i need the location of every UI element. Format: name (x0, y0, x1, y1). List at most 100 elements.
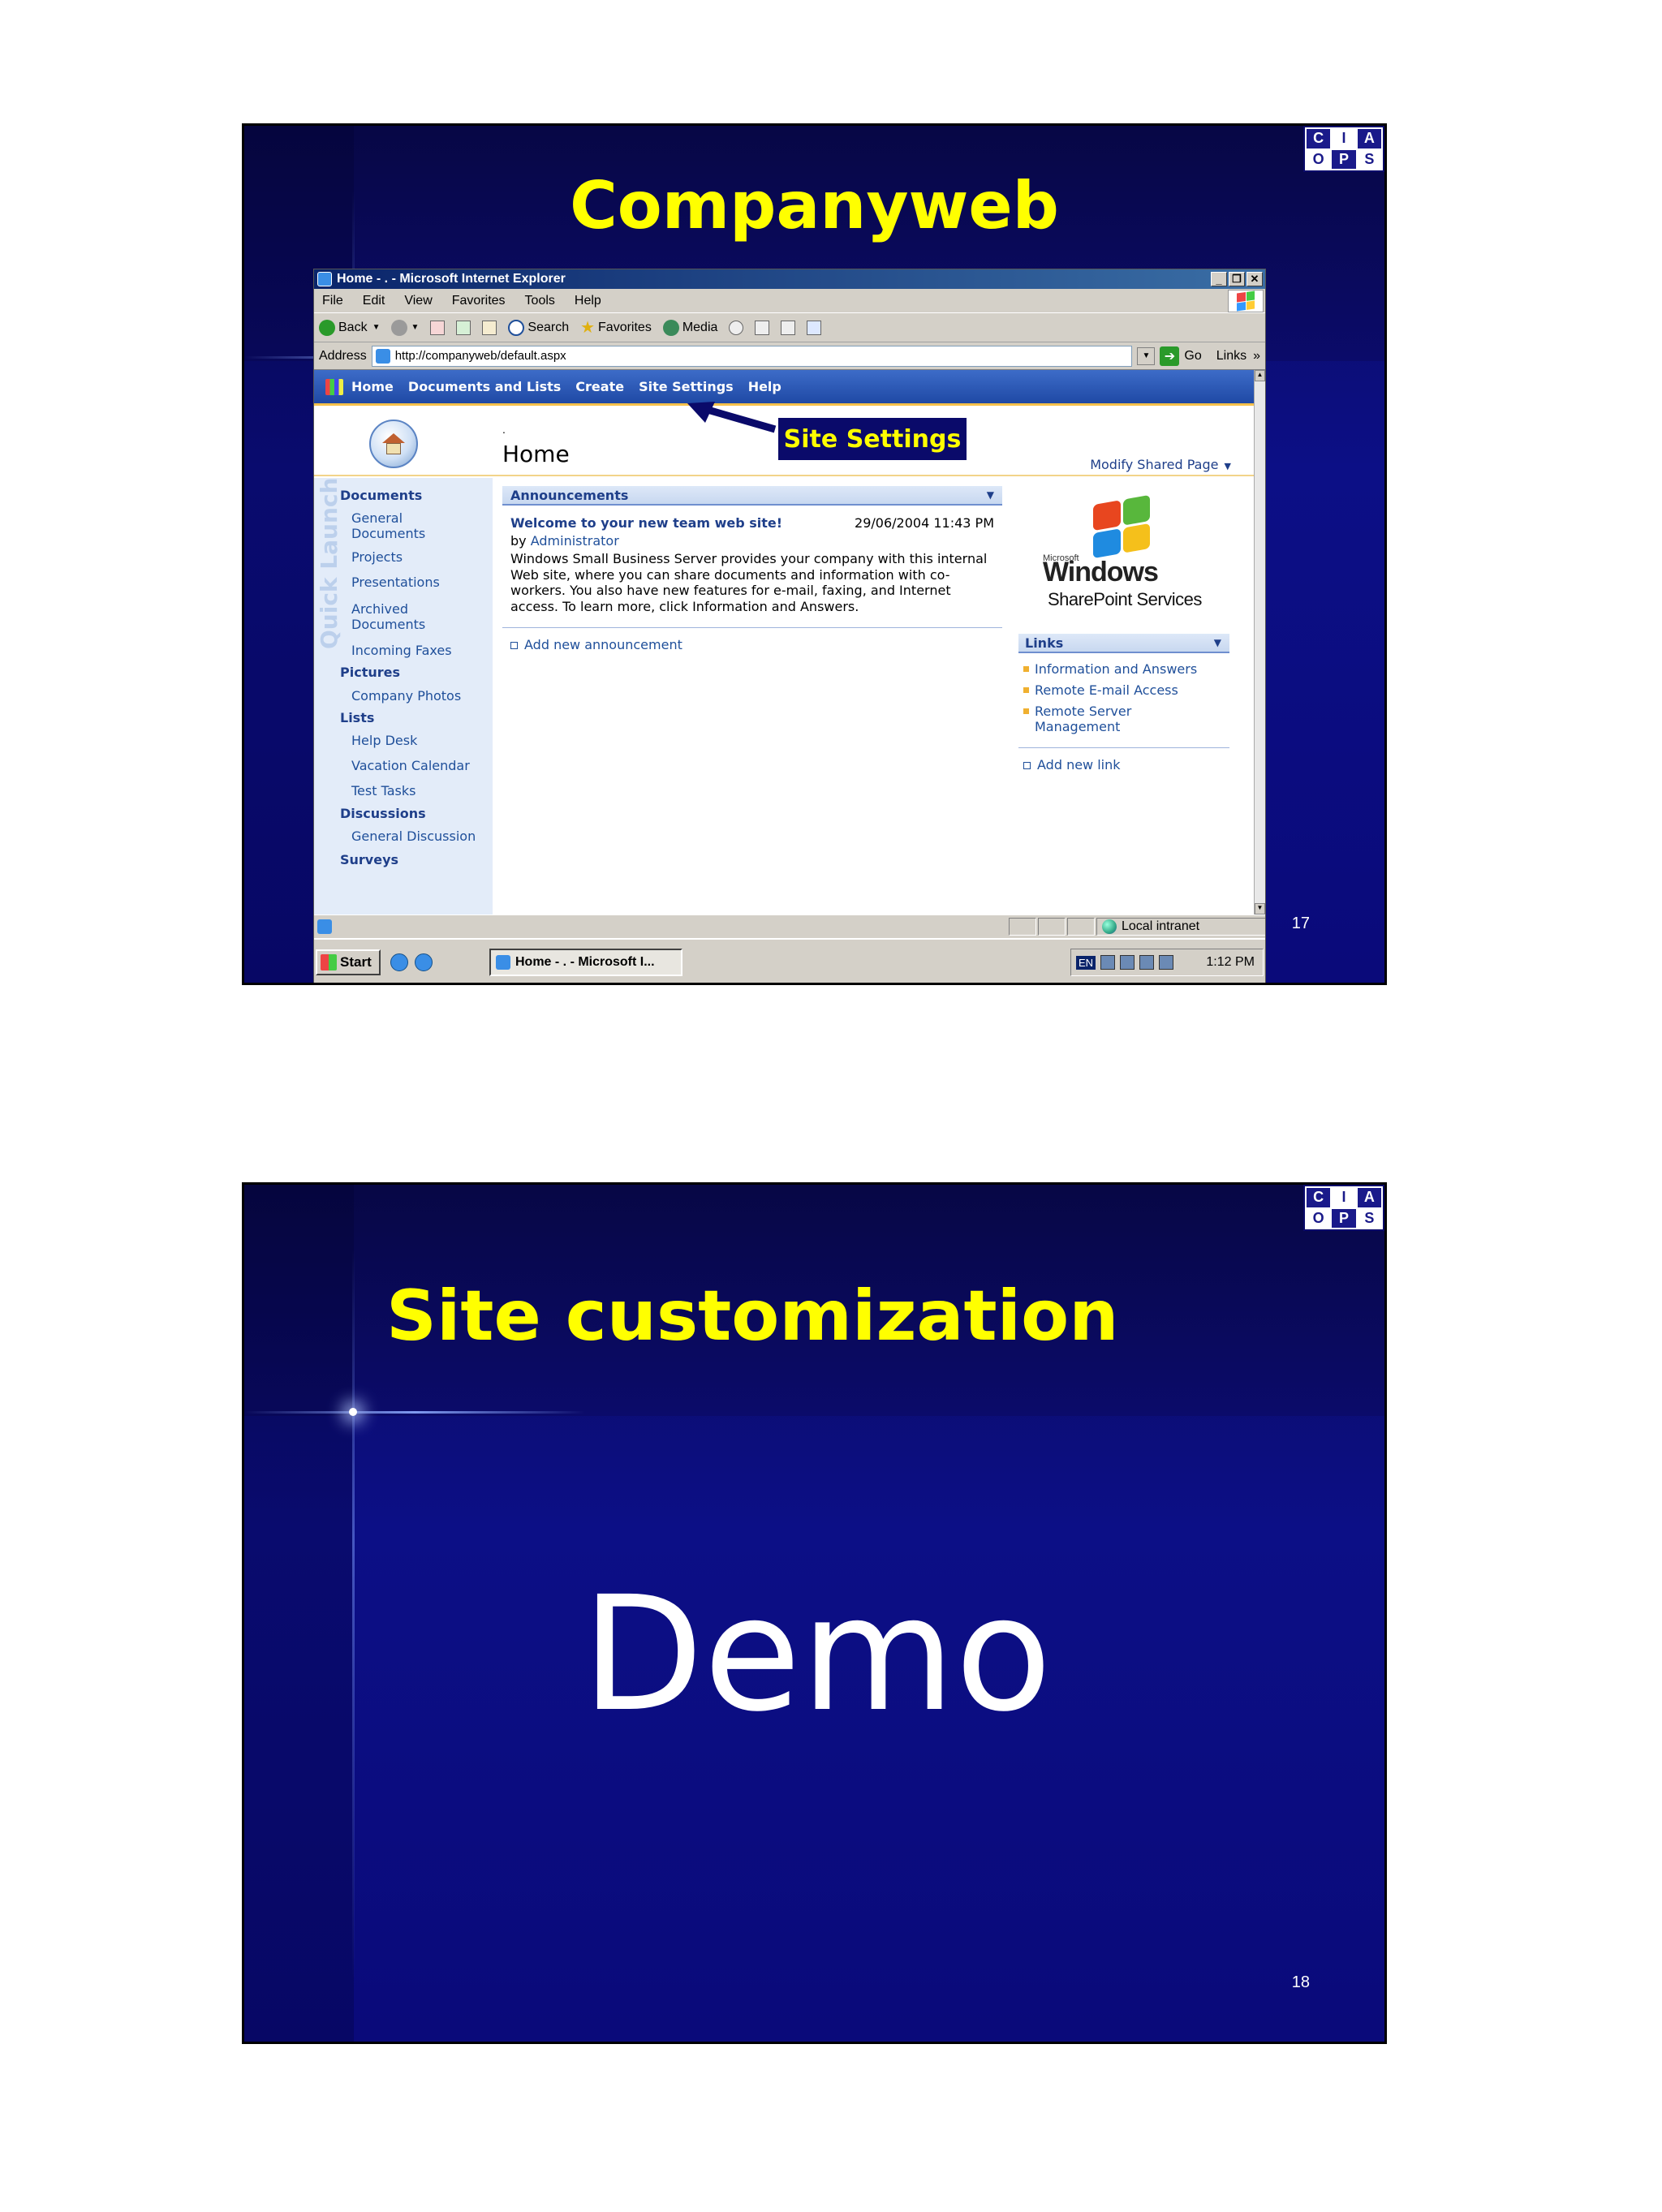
ql-lists[interactable]: Lists (340, 710, 374, 725)
media-button[interactable]: Media (662, 319, 717, 336)
go-button[interactable]: ➔ Go (1160, 346, 1202, 366)
ql-surveys[interactable]: Surveys (340, 852, 398, 867)
menu-file[interactable]: File (322, 294, 343, 308)
forward-button[interactable]: ▼ (391, 319, 419, 336)
menu-favorites[interactable]: Favorites (452, 294, 506, 308)
quick-launch-label: Quick Launch (316, 478, 342, 650)
ql-vacation-calendar[interactable]: Vacation Calendar (351, 758, 470, 773)
decorative-horizontal-line (244, 1411, 585, 1414)
ql-archived-documents[interactable]: Archived Documents (351, 601, 433, 632)
history-icon[interactable] (729, 320, 744, 335)
minimize-icon[interactable]: _ (1211, 272, 1227, 286)
ql-incoming-faxes[interactable]: Incoming Faxes (351, 643, 452, 658)
modify-label: Modify Shared Page (1090, 457, 1219, 472)
close-icon[interactable]: ✕ (1246, 272, 1263, 286)
refresh-icon[interactable] (456, 320, 471, 335)
nav-home[interactable]: Home (351, 379, 394, 394)
chevron-down-icon[interactable]: ▼ (1214, 637, 1221, 648)
home-icon[interactable] (482, 320, 497, 335)
bullet-icon (1023, 666, 1029, 672)
slide-body-text: Demo (581, 1562, 1053, 1746)
address-dropdown-icon[interactable]: ▼ (1137, 346, 1156, 365)
network-icon[interactable] (1120, 955, 1135, 970)
desktop-icon[interactable] (390, 953, 408, 971)
volume-icon[interactable] (1139, 955, 1155, 970)
security-zone: Local intranet (1096, 917, 1265, 936)
link-remote-email-access[interactable]: Remote E-mail Access (1023, 682, 1178, 698)
edit-icon[interactable] (807, 320, 822, 335)
announcement-author: by Administrator (510, 533, 619, 549)
logo-letter: I (1332, 129, 1356, 148)
links-more-icon[interactable]: » (1253, 349, 1260, 364)
clock: 1:12 PM (1206, 955, 1255, 969)
ql-general-documents[interactable]: General Documents (351, 510, 433, 541)
monitor-icon[interactable] (1159, 955, 1174, 970)
menu-tools[interactable]: Tools (525, 294, 555, 308)
favorites-button[interactable]: ★ Favorites (580, 317, 652, 338)
scroll-down-icon[interactable]: ▼ (1255, 903, 1265, 914)
logo-letter: O (1307, 1208, 1331, 1228)
ql-presentations[interactable]: Presentations (351, 575, 440, 590)
author-link[interactable]: Administrator (531, 533, 619, 549)
address-label: Address (319, 348, 367, 363)
taskbar-ie-window[interactable]: Home - . - Microsoft I... (489, 949, 682, 976)
ql-help-desk[interactable]: Help Desk (351, 733, 417, 748)
address-input[interactable]: http://companyweb/default.aspx (371, 345, 1133, 367)
stop-icon[interactable] (430, 320, 446, 335)
back-button[interactable]: Back ▼ (319, 319, 380, 336)
add-announcement-label: Add new announcement (524, 637, 682, 652)
back-arrow-icon (319, 319, 335, 336)
by-prefix: by (510, 533, 527, 549)
logo-letter: C (1307, 1188, 1331, 1207)
logo-letter: I (1332, 1188, 1356, 1207)
add-new-link[interactable]: Add new link (1023, 757, 1121, 772)
announcement-title[interactable]: Welcome to your new team web site! (510, 515, 782, 531)
intranet-globe-icon (1102, 919, 1117, 934)
logo-letter: S (1357, 149, 1381, 169)
link-information-and-answers[interactable]: Information and Answers (1023, 661, 1197, 677)
ql-general-discussion[interactable]: General Discussion (351, 828, 476, 844)
modify-shared-page-link[interactable]: Modify Shared Page ▼ (1090, 457, 1231, 472)
language-indicator[interactable]: EN (1076, 955, 1096, 970)
nav-documents-and-lists[interactable]: Documents and Lists (408, 379, 561, 394)
print-icon[interactable] (781, 320, 796, 335)
menu-view[interactable]: View (404, 294, 432, 308)
divider (1018, 747, 1229, 748)
ql-test-tasks[interactable]: Test Tasks (351, 783, 416, 798)
add-new-announcement-link[interactable]: Add new announcement (510, 637, 682, 652)
restore-icon[interactable]: ❐ (1229, 272, 1245, 286)
scroll-up-icon[interactable]: ▲ (1255, 370, 1265, 381)
windows-sharepoint-logo: Microsoft Windows SharePoint Services (1036, 494, 1215, 613)
menu-help[interactable]: Help (575, 294, 601, 308)
ql-company-photos[interactable]: Company Photos (351, 688, 461, 704)
links-web-part: Links ▼ Information and Answers Remote E… (1018, 634, 1229, 772)
status-pane (1038, 917, 1066, 936)
logo-letter: A (1357, 129, 1381, 148)
site-settings-callout: Site Settings (778, 418, 967, 460)
menu-edit[interactable]: Edit (363, 294, 385, 308)
link-label: Remote E-mail Access (1035, 682, 1178, 698)
start-button[interactable]: Start (316, 949, 381, 975)
nav-create[interactable]: Create (575, 379, 624, 394)
mail-icon[interactable] (755, 320, 770, 335)
chevron-down-icon: ▼ (1224, 461, 1231, 471)
search-button[interactable]: Search (508, 319, 570, 336)
chevron-down-icon[interactable]: ▼ (987, 489, 994, 501)
nav-site-settings[interactable]: Site Settings (639, 379, 734, 394)
announcements-web-part: Announcements ▼ Welcome to your new team… (502, 486, 1002, 652)
logo-letter: S (1357, 1208, 1381, 1228)
ql-discussions[interactable]: Discussions (340, 806, 426, 821)
zone-label: Local intranet (1122, 919, 1200, 933)
search-label: Search (527, 320, 570, 334)
ie-launch-icon[interactable] (415, 953, 433, 971)
links-button[interactable]: Links (1216, 349, 1246, 364)
ql-projects[interactable]: Projects (351, 549, 403, 565)
ql-documents[interactable]: Documents (340, 488, 422, 503)
nav-help[interactable]: Help (748, 379, 781, 394)
ql-pictures[interactable]: Pictures (340, 665, 400, 680)
page-title: Home (502, 441, 570, 467)
link-remote-server-management[interactable]: Remote Server Management (1023, 704, 1145, 734)
page-scrollbar[interactable]: ▲ ▼ (1254, 370, 1265, 914)
network-icon[interactable] (1100, 955, 1116, 970)
sharepoint-page: Home Documents and Lists Create Site Set… (314, 370, 1255, 914)
